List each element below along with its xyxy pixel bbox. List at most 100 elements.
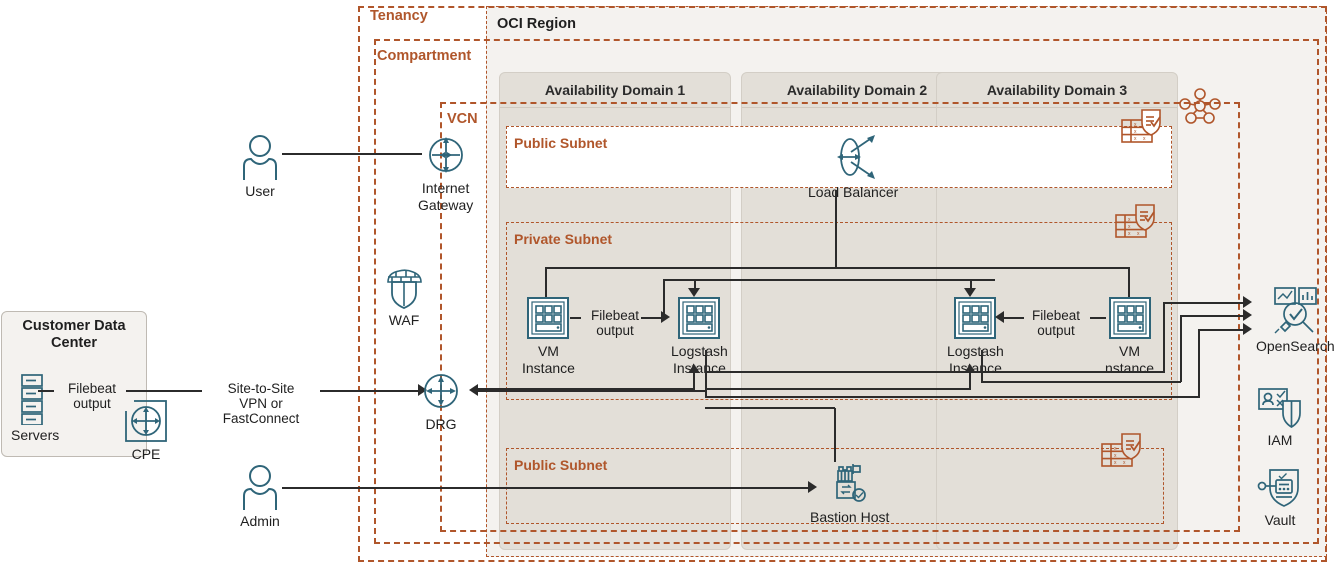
cdc-title-line-1: Customer Data <box>22 318 126 334</box>
svg-text:x: x <box>1114 460 1117 466</box>
private-subnet-label: Private Subnet <box>514 231 613 247</box>
logstash-left-up-arrow <box>688 364 700 373</box>
vm-instance-icon <box>1108 297 1151 339</box>
admin-label: Admin <box>240 513 280 529</box>
lb-to-logstash-right-arrow <box>964 288 976 297</box>
connection-line-2: VPN or <box>239 396 283 411</box>
internet-gateway-icon <box>428 137 463 173</box>
customer-data-center-title: Customer Data Center <box>1 318 147 352</box>
igw-line-1: Internet <box>421 180 470 196</box>
cdc-title-line-2: Center <box>51 335 97 351</box>
opensearch-arrow-3 <box>1243 323 1252 335</box>
compartment-label: Compartment <box>377 48 472 64</box>
private-to-drg-line <box>478 390 706 392</box>
lb-to-logstash-bus <box>663 279 995 281</box>
connection-line-1: Site-to-Site <box>227 381 295 396</box>
security-list-icon: xxx x <box>1115 204 1155 238</box>
vault-node: Vault <box>1256 466 1304 528</box>
drg-label: DRG <box>425 416 457 432</box>
opensearch-icon <box>1274 287 1318 334</box>
opensearch-arrow-1 <box>1243 296 1252 308</box>
user-icon <box>243 135 277 180</box>
filebeat-right-line-2: output <box>1037 323 1075 338</box>
lb-to-vm-left-line <box>545 267 547 297</box>
logstash-left-line-1: Logstash <box>671 343 728 359</box>
bastion-host-label: Bastion Host <box>810 509 890 525</box>
filebeat-left-to-logstash-line <box>641 317 663 319</box>
iam-node: IAM <box>1256 386 1304 448</box>
service-mesh-icon <box>1179 88 1221 124</box>
logstash-right-line-1: Logstash <box>947 343 1004 359</box>
site-to-site-connection-label: Site-to-Site VPN or FastConnect <box>202 381 320 426</box>
filebeat-left-line-2: output <box>596 323 634 338</box>
filebeat-output-left-label: Filebeat output <box>581 308 649 338</box>
logstash-left-to-opensearch-up <box>1198 330 1200 398</box>
cdc-filebeat-line-2: output <box>73 396 111 411</box>
security-list-icon: xxx x <box>1121 109 1161 143</box>
iam-label: IAM <box>1267 432 1293 448</box>
logstash-right-to-opensearch-down <box>981 350 983 382</box>
service-gateway-icon-wrap <box>1178 87 1222 127</box>
vm-instance-left-node: VM Instance <box>522 295 575 377</box>
cdc-filebeat-line-1: Filebeat <box>67 381 117 396</box>
logstash-left-to-opensearch-bus <box>705 396 1200 398</box>
logstash-left-opensearch-entry <box>1198 329 1244 331</box>
load-balancer-icon <box>837 135 876 179</box>
user-node: User <box>238 133 282 199</box>
tenancy-label: Tenancy <box>370 8 428 24</box>
vm-instance-icon <box>954 297 997 339</box>
vcn-label: VCN <box>447 111 478 127</box>
bastion-uplink-line <box>834 408 836 462</box>
svg-text:x: x <box>1143 136 1146 142</box>
lb-fanout-bus <box>545 267 1130 269</box>
bastion-host-icon <box>835 464 866 502</box>
vault-label: Vault <box>1264 512 1296 528</box>
internet-gateway-node: Internet Gateway <box>418 132 473 214</box>
lb-down-line <box>835 190 837 268</box>
vm-instance-right-node: VM nstance <box>1105 295 1154 377</box>
svg-text:x: x <box>1128 231 1131 237</box>
waf-shield-icon <box>387 269 422 309</box>
architecture-diagram: OCI Region Availability Domain 1 Availab… <box>0 0 1344 568</box>
opensearch-top-entry-bus <box>705 371 1165 373</box>
vm-left-line-2: Instance <box>522 360 575 376</box>
cdc-filebeat-output-label: Filebeat output <box>50 381 134 411</box>
admin-icon <box>243 465 277 510</box>
cpe-label: CPE <box>131 446 161 462</box>
opensearch-arrow-2 <box>1243 309 1252 321</box>
security-list-icon-public-bottom: xxxx <box>1100 432 1146 472</box>
svg-text:x: x <box>1123 460 1126 466</box>
opensearch-node: OpenSearch <box>1256 286 1335 354</box>
opensearch-top-entry-riser <box>1163 302 1165 372</box>
servers-icon <box>21 374 43 425</box>
opensearch-top-entry <box>1163 302 1244 304</box>
user-to-igw-line <box>282 153 422 155</box>
user-label: User <box>245 183 275 199</box>
vm-instance-icon <box>678 297 721 339</box>
waf-node: WAF <box>382 266 426 328</box>
vm-right-out-line <box>1088 317 1106 319</box>
admin-node: Admin <box>238 463 282 529</box>
logstash-left-side-feed-line <box>663 279 665 317</box>
public-subnet-top-label: Public Subnet <box>514 135 608 151</box>
opensearch-label: OpenSearch <box>1256 338 1335 354</box>
filebeat-right-to-logstash-arrow <box>995 311 1004 323</box>
lb-to-vm-right-line <box>1128 267 1130 297</box>
bastion-host-node: Bastion Host <box>810 461 889 525</box>
iam-icon <box>1258 388 1301 428</box>
internet-gateway-label: Internet Gateway <box>418 180 473 214</box>
logstash-right-to-opensearch-up <box>1180 316 1182 382</box>
filebeat-output-right-label: Filebeat output <box>1022 308 1090 338</box>
bastion-uplink-bus <box>705 407 835 409</box>
vault-icon <box>1257 469 1299 507</box>
drg-node: DRG <box>418 368 464 432</box>
load-balancer-label: Load Balancer <box>808 184 899 200</box>
logstash-left-to-drg-bus <box>478 388 694 390</box>
public-subnet-bottom-label: Public Subnet <box>514 457 608 473</box>
servers-node: Servers <box>11 373 59 443</box>
load-balancer-node: Load Balancer <box>808 132 898 200</box>
logstash-right-opensearch-entry <box>1180 315 1244 317</box>
vm-instance-icon <box>527 297 570 339</box>
drg-icon <box>424 374 458 408</box>
servers-to-filebeat-line <box>38 390 54 392</box>
